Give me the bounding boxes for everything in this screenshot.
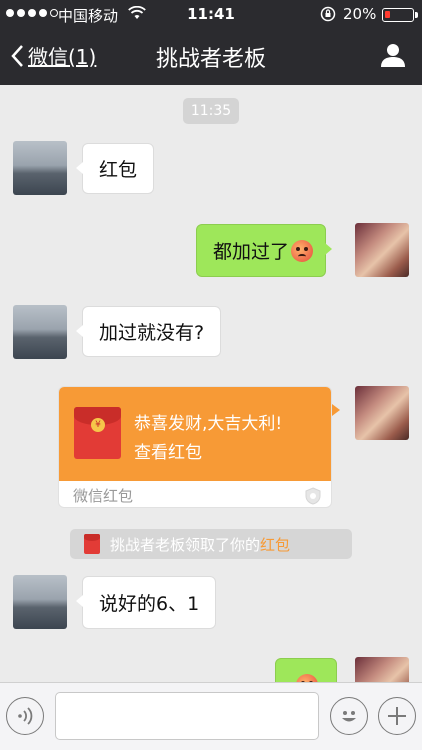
navigation-bar: 微信(1) 挑战者老板 bbox=[0, 28, 422, 85]
rotation-lock-icon bbox=[320, 6, 336, 22]
plus-icon bbox=[388, 707, 406, 725]
shield-icon bbox=[305, 487, 321, 505]
message-bubble[interactable]: 都加过了 bbox=[196, 224, 333, 277]
red-packet-title: 恭喜发财,大吉大利! bbox=[134, 414, 283, 434]
more-button[interactable] bbox=[378, 697, 416, 735]
voice-icon bbox=[18, 707, 33, 725]
input-bar bbox=[0, 682, 422, 750]
red-packet-card[interactable]: ¥ 恭喜发财,大吉大利! 查看红包 微信红包 bbox=[58, 386, 332, 508]
red-packet-header: ¥ 恭喜发财,大吉大利! 查看红包 bbox=[59, 387, 331, 481]
user-icon[interactable] bbox=[380, 42, 406, 68]
avatar[interactable] bbox=[355, 223, 409, 277]
red-envelope-icon bbox=[84, 534, 100, 554]
notice-text: 挑战者老板领取了你的 bbox=[110, 535, 261, 554]
bubble-tail bbox=[332, 404, 340, 416]
emoji-button[interactable] bbox=[330, 697, 368, 735]
timestamp: 11:35 bbox=[183, 98, 239, 124]
system-notice: 挑战者老板领取了你的 红包 bbox=[70, 529, 352, 559]
message-bubble[interactable]: 红包 bbox=[75, 143, 155, 194]
message-bubble[interactable]: 加过就没有? bbox=[75, 306, 222, 357]
flushed-emoji-icon bbox=[291, 239, 314, 262]
voice-button[interactable] bbox=[6, 697, 44, 735]
avatar[interactable] bbox=[13, 141, 67, 195]
red-envelope-icon: ¥ bbox=[74, 407, 121, 459]
message-bubble[interactable] bbox=[275, 658, 337, 682]
battery-icon bbox=[382, 8, 418, 22]
avatar[interactable] bbox=[13, 305, 67, 359]
red-packet-footer: 微信红包 bbox=[73, 487, 134, 505]
avatar[interactable] bbox=[355, 657, 409, 682]
message-input[interactable] bbox=[55, 692, 319, 740]
emoji-icon bbox=[296, 674, 318, 682]
chat-area[interactable]: 11:35 红包 都加过了 加过就没有? ¥ 恭喜发财,大吉大利! 查看红包 微… bbox=[0, 85, 422, 682]
avatar[interactable] bbox=[13, 575, 67, 629]
red-packet-subtitle: 查看红包 bbox=[134, 443, 202, 463]
message-bubble[interactable]: 说好的6、1 bbox=[75, 576, 217, 629]
top-bar: 中国移动 11:41 20% 微信(1) 挑战者老板 bbox=[0, 0, 422, 85]
avatar[interactable] bbox=[355, 386, 409, 440]
notice-link[interactable]: 红包 bbox=[260, 534, 290, 555]
smiley-icon bbox=[342, 711, 356, 722]
battery-percent: 20% bbox=[343, 5, 377, 23]
status-bar: 中国移动 11:41 20% bbox=[0, 0, 422, 28]
message-text: 都加过了 bbox=[213, 241, 290, 263]
page-title: 挑战者老板 bbox=[155, 47, 266, 72]
